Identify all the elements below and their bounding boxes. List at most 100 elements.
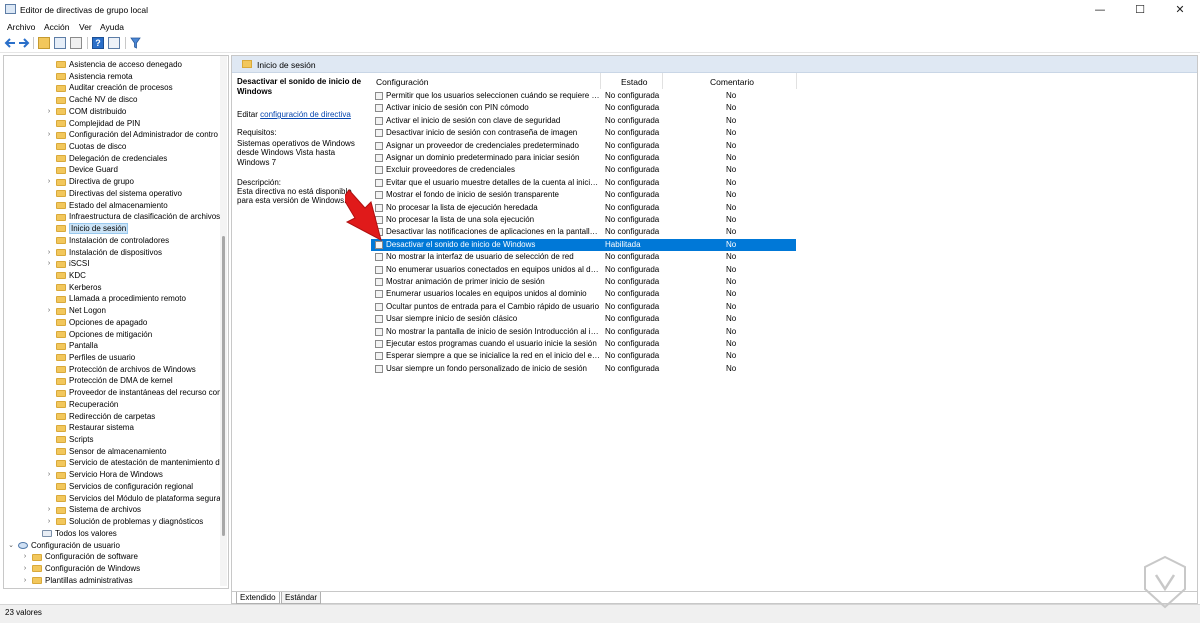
tree-item[interactable]: Protección de archivos de Windows xyxy=(56,364,196,376)
tree-item[interactable]: Kerberos xyxy=(56,282,101,294)
tree-item[interactable]: ⌄ Configuración de usuario xyxy=(8,540,120,552)
forward-arrow-icon[interactable] xyxy=(18,38,30,48)
tree-item[interactable]: Pantalla xyxy=(56,340,98,352)
policy-row[interactable]: Enumerar usuarios locales en equipos uni… xyxy=(371,288,796,300)
policy-row[interactable]: Esperar siempre a que se inicialice la r… xyxy=(371,350,796,362)
expand-chevron-icon[interactable]: › xyxy=(45,469,53,481)
menu-archivo[interactable]: Archivo xyxy=(7,22,35,32)
close-button[interactable]: ✕ xyxy=(1160,0,1200,20)
minimize-button[interactable]: — xyxy=(1080,0,1120,20)
policy-row[interactable]: Asignar un dominio predeterminado para i… xyxy=(371,152,796,164)
policy-row[interactable]: Mostrar el fondo de inicio de sesión tra… xyxy=(371,189,796,201)
policy-row[interactable]: Activar inicio de sesión con PIN cómodo N… xyxy=(371,102,796,114)
back-arrow-icon[interactable] xyxy=(4,38,16,48)
policy-row[interactable]: Evitar que el usuario muestre detalles d… xyxy=(371,177,796,189)
tree-item[interactable]: › Instalación de dispositivos xyxy=(48,247,162,259)
expand-chevron-icon[interactable]: › xyxy=(21,575,29,587)
policy-row[interactable]: Desactivar el sonido de inicio de Window… xyxy=(371,238,796,252)
tree-item[interactable]: Servicio de atestación de mantenimiento … xyxy=(56,457,224,469)
tree-item[interactable]: Instalación de controladores xyxy=(56,235,169,247)
policy-row[interactable]: No procesar la lista de una sola ejecuci… xyxy=(371,214,796,226)
policy-row[interactable]: Excluir proveedores de credenciales No co… xyxy=(371,164,796,176)
column-header-configuracion[interactable]: Configuración xyxy=(376,77,428,87)
tree-item[interactable]: Device Guard xyxy=(56,164,118,176)
tree-item[interactable]: › Plantillas administrativas xyxy=(24,575,133,587)
policy-row[interactable]: Activar el inicio de sesión con clave de… xyxy=(371,115,796,127)
tree-item[interactable]: › Net Logon xyxy=(48,305,106,317)
tree-item[interactable]: Opciones de apagado xyxy=(56,317,147,329)
policy-row[interactable]: No mostrar la interfaz de usuario de sel… xyxy=(371,251,796,263)
help-icon[interactable]: ? xyxy=(92,37,104,49)
expand-chevron-icon[interactable]: › xyxy=(45,258,53,270)
tree-item[interactable]: Todos los valores xyxy=(42,528,117,540)
expand-chevron-icon[interactable]: › xyxy=(21,551,29,563)
expand-chevron-icon[interactable]: › xyxy=(45,176,53,188)
policy-row[interactable]: Desactivar las notificaciones de aplicac… xyxy=(371,226,796,238)
collapse-chevron-icon[interactable]: ⌄ xyxy=(7,540,15,552)
tree-item[interactable]: Delegación de credenciales xyxy=(56,153,167,165)
tree-item[interactable]: Servicios del Módulo de plataforma segur… xyxy=(56,493,221,505)
tree-item[interactable]: Protección de DMA de kernel xyxy=(56,375,173,387)
policy-row[interactable]: Desactivar inicio de sesión con contrase… xyxy=(371,127,796,139)
expand-chevron-icon[interactable]: › xyxy=(45,305,53,317)
column-divider[interactable] xyxy=(662,73,663,89)
tree-item[interactable]: KDC xyxy=(56,270,86,282)
tree-item[interactable]: › Sistema de archivos xyxy=(48,504,141,516)
menu-ayuda[interactable]: Ayuda xyxy=(100,22,124,32)
column-divider[interactable] xyxy=(600,73,601,89)
expand-chevron-icon[interactable]: › xyxy=(21,563,29,575)
expand-chevron-icon[interactable]: › xyxy=(45,106,53,118)
tree-item[interactable]: Sensor de almacenamiento xyxy=(56,446,166,458)
edit-policy-link[interactable]: configuración de directiva xyxy=(260,110,351,119)
policy-row[interactable]: No mostrar la pantalla de inicio de sesi… xyxy=(371,326,796,338)
policy-row[interactable]: No procesar la lista de ejecución hereda… xyxy=(371,202,796,214)
policy-row[interactable]: Asignar un proveedor de credenciales pre… xyxy=(371,140,796,152)
tree-item[interactable]: › Configuración de software xyxy=(24,551,138,563)
tree-item[interactable]: Recuperación xyxy=(56,399,118,411)
filter-icon[interactable] xyxy=(130,37,141,49)
expand-chevron-icon[interactable]: › xyxy=(45,247,53,259)
tree-item[interactable]: Asistencia de acceso denegado xyxy=(56,59,182,71)
maximize-button[interactable]: ☐ xyxy=(1120,0,1160,20)
policy-row[interactable]: Ejecutar estos programas cuando el usuar… xyxy=(371,338,796,350)
tree-item[interactable]: Redirección de carpetas xyxy=(56,411,155,423)
menu-accion[interactable]: Acción xyxy=(44,22,70,32)
tree-item[interactable]: Servicios de configuración regional xyxy=(56,481,193,493)
tree-item[interactable]: › COM distribuido xyxy=(48,106,127,118)
tree-item[interactable]: Complejidad de PIN xyxy=(56,118,140,130)
tree-item[interactable]: Asistencia remota xyxy=(56,71,133,83)
tree-item[interactable]: Infraestructura de clasificación de arch… xyxy=(56,211,220,223)
tree-item[interactable]: Restaurar sistema xyxy=(56,422,134,434)
policy-row[interactable]: Ocultar puntos de entrada para el Cambio… xyxy=(371,301,796,313)
tree-item[interactable]: Opciones de mitigación xyxy=(56,329,152,341)
properties-icon[interactable] xyxy=(108,37,120,49)
expand-chevron-icon[interactable]: › xyxy=(45,504,53,516)
policy-row[interactable]: Mostrar animación de primer inicio de se… xyxy=(371,276,796,288)
column-header-comentario[interactable]: Comentario xyxy=(710,77,754,87)
tab-extendido[interactable]: Extendido xyxy=(236,592,280,604)
tree-item[interactable]: › Directiva de grupo xyxy=(48,176,134,188)
tree-item[interactable]: Perfiles de usuario xyxy=(56,352,135,364)
tree-item[interactable]: Caché NV de disco xyxy=(56,94,137,106)
tree-item[interactable]: › Configuración del Administrador de cont… xyxy=(48,129,218,141)
tree-item[interactable]: Estado del almacenamiento xyxy=(56,200,168,212)
menu-ver[interactable]: Ver xyxy=(79,22,92,32)
navigation-tree[interactable]: Asistencia de acceso denegado Asistencia … xyxy=(3,55,229,589)
expand-chevron-icon[interactable]: › xyxy=(45,516,53,528)
tree-item[interactable]: › Solución de problemas y diagnósticos xyxy=(48,516,203,528)
column-header-estado[interactable]: Estado xyxy=(621,77,647,87)
tree-item[interactable]: Proveedor de instantáneas del recurso co… xyxy=(56,387,224,399)
tree-item[interactable]: Llamada a procedimiento remoto xyxy=(56,293,186,305)
policy-row[interactable]: Usar siempre un fondo personalizado de i… xyxy=(371,363,796,375)
policy-row[interactable]: No enumerar usuarios conectados en equip… xyxy=(371,264,796,276)
tree-item[interactable]: Auditar creación de procesos xyxy=(56,82,173,94)
policy-row[interactable]: Usar siempre inicio de sesión clásico No … xyxy=(371,313,796,325)
expand-chevron-icon[interactable]: › xyxy=(45,129,53,141)
tree-item[interactable]: Directivas del sistema operativo xyxy=(56,188,182,200)
up-folder-icon[interactable] xyxy=(38,37,50,49)
tree-item[interactable]: Scripts xyxy=(56,434,93,446)
tree-item[interactable]: Cuotas de disco xyxy=(56,141,126,153)
tree-item[interactable]: Inicio de sesión xyxy=(56,223,129,235)
tree-scrollbar-thumb[interactable] xyxy=(222,236,225,536)
tree-item[interactable]: › Servicio Hora de Windows xyxy=(48,469,163,481)
